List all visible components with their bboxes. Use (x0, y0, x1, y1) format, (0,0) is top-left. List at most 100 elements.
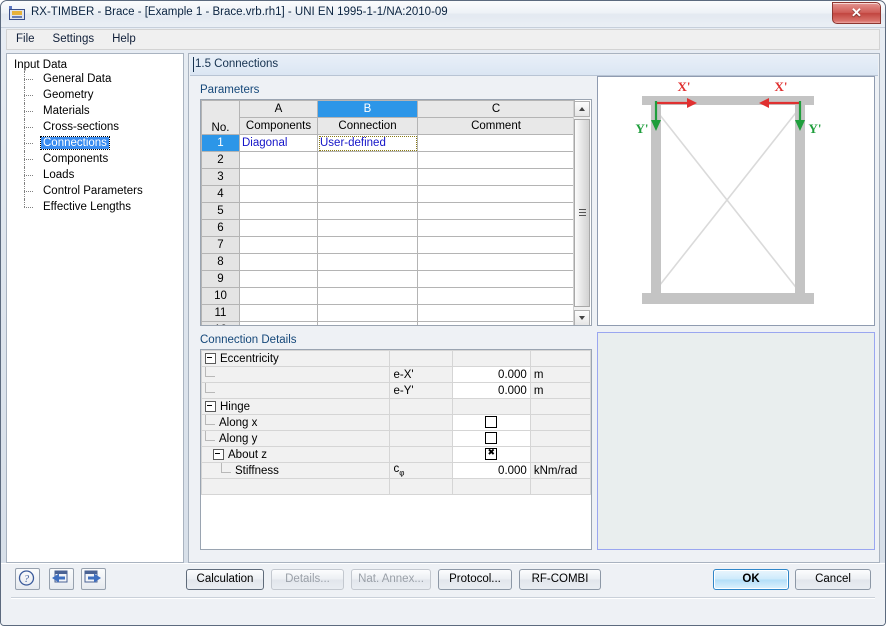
menu-item-file[interactable]: File (7, 30, 44, 49)
cell-connection[interactable] (317, 321, 418, 325)
cell-connection[interactable] (317, 202, 418, 220)
table-row[interactable]: 9 (201, 270, 575, 288)
row-number[interactable]: 7 (201, 236, 240, 254)
row-number[interactable]: 10 (201, 287, 240, 305)
cell-connection[interactable] (317, 270, 418, 288)
scrollbar-thumb[interactable] (574, 119, 590, 307)
table-row[interactable]: 2 (201, 151, 575, 169)
cell-connection[interactable] (317, 168, 418, 186)
table-row[interactable]: 6 (201, 219, 575, 237)
cell-connection[interactable] (317, 151, 418, 169)
help-button[interactable]: ? (15, 568, 40, 590)
table-row[interactable]: 12 (201, 321, 575, 325)
cell-comment[interactable] (417, 304, 575, 322)
cell-connection[interactable] (317, 304, 418, 322)
checkbox-icon[interactable] (485, 448, 498, 461)
cell-comment[interactable] (417, 236, 575, 254)
cancel-button[interactable]: Cancel (795, 569, 871, 590)
cell-comment[interactable] (417, 151, 575, 169)
checkbox-along-y-cell[interactable] (451, 430, 531, 447)
cell-components[interactable] (239, 253, 318, 271)
cell-components[interactable] (239, 304, 318, 322)
row-number[interactable]: 4 (201, 185, 240, 203)
row-number[interactable]: 2 (201, 151, 240, 169)
row-number[interactable]: 5 (201, 202, 240, 220)
collapse-icon[interactable] (205, 400, 216, 412)
row-number[interactable]: 9 (201, 270, 240, 288)
cell-components[interactable] (239, 219, 318, 237)
protocol-button[interactable]: Protocol... (438, 569, 512, 590)
sidebar-item-general-data[interactable]: General Data (24, 71, 145, 87)
details-row-along-x[interactable]: Along x (201, 414, 591, 431)
sidebar-item-effective-lengths[interactable]: Effective Lengths (24, 199, 145, 215)
sidebar-item-connections[interactable]: Connections (24, 135, 145, 151)
cell-components[interactable] (239, 151, 318, 169)
cell-components[interactable]: Diagonal (239, 134, 318, 152)
details-row-stiffness[interactable]: Stiffness cφ 0.000 kNm/rad (201, 462, 591, 479)
cell-comment[interactable] (417, 202, 575, 220)
cell-components[interactable] (239, 287, 318, 305)
table-row[interactable]: 4 (201, 185, 575, 203)
collapse-icon[interactable] (205, 352, 216, 364)
details-row-along-y[interactable]: Along y (201, 430, 591, 447)
table-row[interactable]: 8 (201, 253, 575, 271)
value-ey[interactable]: 0.000 (451, 382, 531, 399)
cell-connection[interactable] (317, 236, 418, 254)
row-number[interactable]: 8 (201, 253, 240, 271)
connection-details-grid[interactable]: Eccentricity e-X' 0.000 m e-Y' 0.000 m H… (200, 349, 592, 550)
cell-comment[interactable] (417, 270, 575, 288)
details-group-eccentricity[interactable]: Eccentricity (201, 350, 591, 367)
value-stiffness[interactable]: 0.000 (451, 462, 531, 479)
cell-components[interactable] (239, 185, 318, 203)
cell-components[interactable] (239, 321, 318, 325)
sidebar-item-control-parameters[interactable]: Control Parameters (24, 183, 145, 199)
sidebar-item-geometry[interactable]: Geometry (24, 87, 145, 103)
checkbox-along-x-cell[interactable] (451, 414, 531, 431)
cell-comment[interactable] (417, 321, 575, 325)
column-letter-c[interactable]: C (417, 100, 575, 118)
details-row-ex[interactable]: e-X' 0.000 m (201, 366, 591, 383)
checkbox-icon[interactable] (485, 432, 498, 445)
collapse-icon[interactable] (213, 448, 224, 460)
table-row[interactable]: 7 (201, 236, 575, 254)
cell-comment[interactable] (417, 219, 575, 237)
table-row[interactable]: 11 (201, 304, 575, 322)
sidebar-item-loads[interactable]: Loads (24, 167, 145, 183)
details-group-hinge[interactable]: Hinge (201, 398, 591, 415)
value-ex[interactable]: 0.000 (451, 366, 531, 383)
sidebar-item-cross-sections[interactable]: Cross-sections (24, 119, 145, 135)
cell-comment[interactable] (417, 168, 575, 186)
parameters-grid[interactable]: No. A B C Components Connection Comment … (200, 99, 592, 326)
details-row-about-z[interactable]: About z (201, 446, 591, 463)
row-number[interactable]: 1 (201, 134, 240, 152)
cell-components[interactable] (239, 168, 318, 186)
scroll-down-button[interactable] (574, 310, 590, 325)
table-row[interactable]: 10 (201, 287, 575, 305)
column-letter-a[interactable]: A (239, 100, 318, 118)
next-button[interactable] (81, 568, 106, 590)
table-row[interactable]: 1 Diagonal User-defined (201, 134, 575, 152)
row-number[interactable]: 11 (201, 304, 240, 322)
cell-components[interactable] (239, 270, 318, 288)
cell-comment[interactable] (417, 253, 575, 271)
details-button[interactable]: Details... (271, 569, 344, 590)
table-row[interactable]: 3 (201, 168, 575, 186)
menu-item-help[interactable]: Help (103, 30, 145, 49)
checkbox-about-z-cell[interactable] (451, 446, 531, 463)
details-row-ey[interactable]: e-Y' 0.000 m (201, 382, 591, 399)
cell-components[interactable] (239, 236, 318, 254)
column-letter-b[interactable]: B (317, 100, 418, 118)
sidebar-item-materials[interactable]: Materials (24, 103, 145, 119)
sidebar-item-components[interactable]: Components (24, 151, 145, 167)
checkbox-icon[interactable] (485, 416, 498, 429)
row-number[interactable]: 6 (201, 219, 240, 237)
rf-combi-button[interactable]: RF-COMBI (519, 569, 601, 590)
cell-components[interactable] (239, 202, 318, 220)
close-button[interactable]: ✕ (832, 2, 881, 24)
scroll-up-button[interactable] (574, 101, 590, 117)
cell-comment[interactable] (417, 185, 575, 203)
cell-connection[interactable] (317, 219, 418, 237)
cell-connection[interactable] (317, 287, 418, 305)
calculation-button[interactable]: Calculation (186, 569, 264, 590)
cell-connection[interactable] (317, 253, 418, 271)
